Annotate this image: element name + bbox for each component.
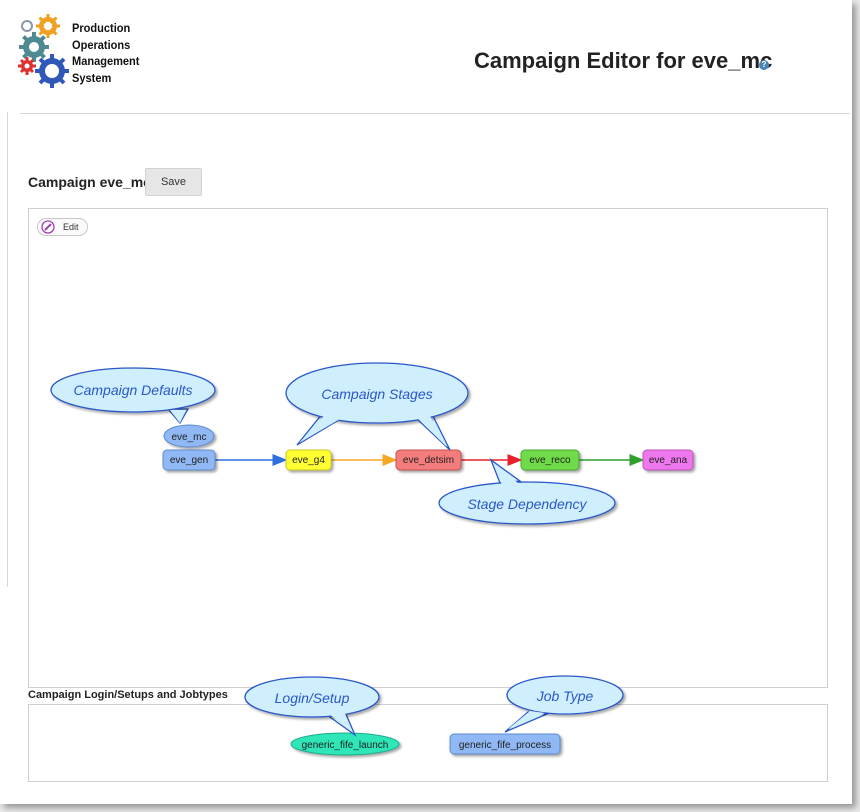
login-node[interactable]: generic_fife_launch	[290, 732, 400, 756]
stage-node-label: eve_g4	[292, 455, 325, 466]
callout-text: Login/Setup	[275, 690, 350, 706]
stage-node-label: eve_gen	[170, 455, 208, 466]
stage-node-label: eve_reco	[529, 455, 571, 466]
login-node-label: generic_fife_launch	[302, 740, 389, 751]
callout-text: Stage Dependency	[467, 496, 587, 512]
stage-node-eve-g4[interactable]: eve_g4	[285, 449, 332, 471]
defaults-node-label: eve_mc	[171, 432, 206, 443]
callout-campaign-defaults: Campaign Defaults	[50, 367, 216, 425]
jobtype-node-label: generic_fife_process	[459, 740, 551, 751]
callout-text: Job Type	[536, 688, 594, 704]
stage-node-eve-gen[interactable]: eve_gen	[162, 449, 216, 471]
defaults-node[interactable]: eve_mc	[163, 424, 215, 448]
callout-text: Campaign Defaults	[73, 382, 192, 398]
callout-campaign-stages: Campaign Stages	[285, 362, 469, 451]
jobtype-node[interactable]: generic_fife_process	[449, 733, 561, 755]
stage-node-eve-reco[interactable]: eve_reco	[520, 449, 580, 471]
callout-job-type: Job Type	[504, 675, 624, 733]
stage-node-label: eve_detsim	[403, 455, 454, 466]
campaign-graph: eve_mc eve_gen eve_g4 eve_detsim eve_rec…	[50, 362, 694, 756]
stage-node-eve-detsim[interactable]: eve_detsim	[395, 449, 462, 471]
stage-node-label: eve_ana	[649, 455, 688, 466]
callout-text: Campaign Stages	[321, 386, 432, 402]
callout-login-setup: Login/Setup	[244, 676, 380, 737]
stage-node-eve-ana[interactable]: eve_ana	[642, 449, 694, 471]
